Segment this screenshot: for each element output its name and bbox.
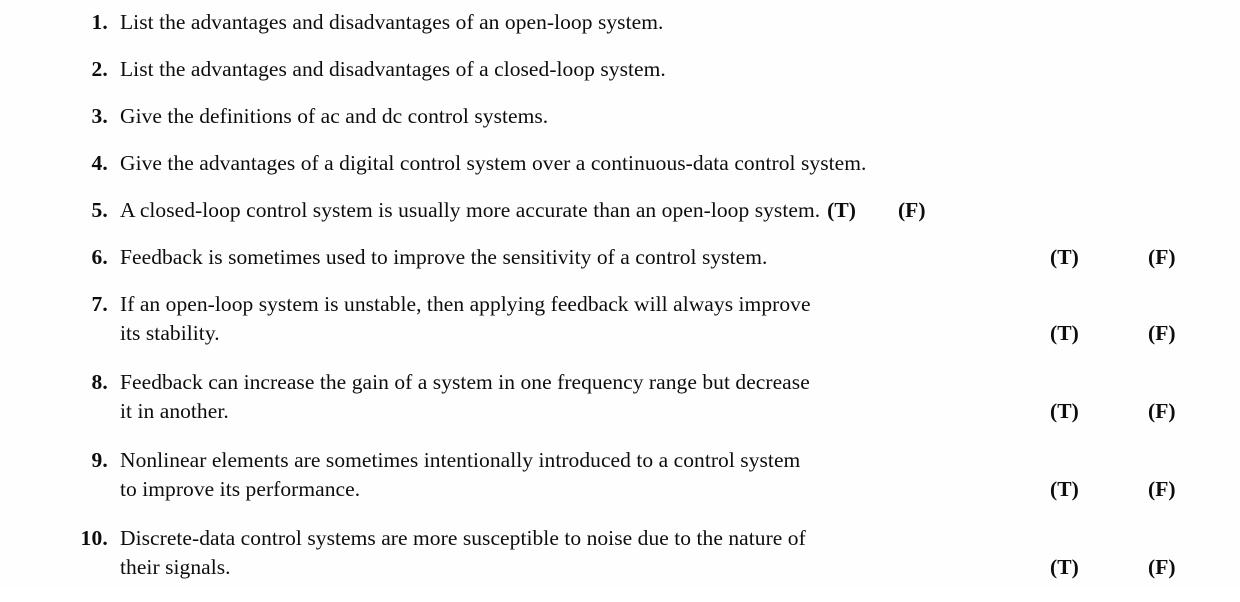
question-item-3: 3. Give the definitions of ac and dc con… <box>0 102 1240 131</box>
question-item-10: 10. Discrete-data control systems are mo… <box>0 524 1240 582</box>
question-number: 3. <box>91 104 108 128</box>
question-item-2: 2. List the advantages and disadvantages… <box>0 55 1240 84</box>
question-number: 1. <box>91 10 108 34</box>
question-body: List the advantages and disadvantages of… <box>120 55 1210 84</box>
true-option[interactable]: (T) <box>1050 475 1079 504</box>
question-sentence: their signals. <box>120 555 231 579</box>
question-number: 5. <box>91 198 108 222</box>
question-item-4: 4. Give the advantages of a digital cont… <box>0 149 1240 178</box>
question-sentence: A closed-loop control system is usually … <box>120 198 821 222</box>
question-body: Give the definitions of ac and dc contro… <box>120 102 1210 131</box>
question-item-9: 9. Nonlinear elements are sometimes inte… <box>0 446 1240 504</box>
question-body: Feedback is sometimes used to improve th… <box>120 243 1210 272</box>
true-option[interactable]: (T) <box>1050 397 1079 426</box>
true-false-group: (T) (F) <box>120 397 1210 426</box>
false-option[interactable]: (F) <box>1148 243 1176 272</box>
question-text-line: Give the advantages of a digital control… <box>120 151 867 175</box>
false-option[interactable]: (F) <box>1148 319 1176 348</box>
question-item-1: 1. List the advantages and disadvantages… <box>0 8 1240 37</box>
question-body: If an open-loop system is unstable, then… <box>120 290 1210 348</box>
question-body: A closed-loop control system is usually … <box>120 196 1210 225</box>
question-number: 9. <box>91 448 108 472</box>
question-item-5: 5. A closed-loop control system is usual… <box>0 196 1240 225</box>
question-text-line: List the advantages and disadvantages of… <box>120 57 666 81</box>
question-text-line: their signals. (T) (F) <box>120 553 1210 582</box>
question-text-line: A closed-loop control system is usually … <box>120 196 1210 225</box>
question-item-7: 7. If an open-loop system is unstable, t… <box>0 290 1240 348</box>
question-sentence: its stability. <box>120 321 220 345</box>
question-number: 6. <box>91 245 108 269</box>
false-option[interactable]: (F) <box>1148 553 1176 582</box>
question-body: Discrete-data control systems are more s… <box>120 524 1210 582</box>
question-body: Nonlinear elements are sometimes intenti… <box>120 446 1210 504</box>
false-option[interactable]: (F) <box>1148 397 1176 426</box>
question-text-line: its stability. (T) (F) <box>120 319 1210 348</box>
true-option[interactable]: (T) <box>1050 243 1079 272</box>
question-sentence: it in another. <box>120 399 229 423</box>
question-body: Give the advantages of a digital control… <box>120 149 1210 178</box>
question-number: 8. <box>91 370 108 394</box>
question-sentence: to improve its performance. <box>120 477 361 501</box>
question-text-line: Discrete-data control systems are more s… <box>120 526 806 550</box>
question-number: 10. <box>80 526 108 550</box>
question-number: 7. <box>91 292 108 316</box>
question-text-line: List the advantages and disadvantages of… <box>120 10 664 34</box>
question-text-line: to improve its performance. (T) (F) <box>120 475 1210 504</box>
question-text-line: it in another. (T) (F) <box>120 397 1210 426</box>
question-text-line: Nonlinear elements are sometimes intenti… <box>120 448 801 472</box>
true-option[interactable]: (T) <box>1050 319 1079 348</box>
false-option[interactable]: (F) <box>1148 475 1176 504</box>
true-false-group: (T) (F) <box>820 198 925 222</box>
question-body: Feedback can increase the gain of a syst… <box>120 368 1210 426</box>
document-page: 1. List the advantages and disadvantages… <box>0 0 1240 588</box>
review-question-list: 1. List the advantages and disadvantages… <box>0 8 1240 602</box>
question-text-line: Feedback can increase the gain of a syst… <box>120 370 810 394</box>
question-number: 4. <box>91 151 108 175</box>
question-text-line: Give the definitions of ac and dc contro… <box>120 104 549 128</box>
question-body: List the advantages and disadvantages of… <box>120 8 1210 37</box>
question-item-8: 8. Feedback can increase the gain of a s… <box>0 368 1240 426</box>
true-option[interactable]: (T) <box>827 198 856 222</box>
false-option[interactable]: (F) <box>856 198 926 222</box>
question-item-6: 6. Feedback is sometimes used to improve… <box>0 243 1240 272</box>
question-sentence: Feedback is sometimes used to improve th… <box>120 245 768 269</box>
question-text-line: If an open-loop system is unstable, then… <box>120 292 811 316</box>
true-false-group: (T) (F) <box>120 319 1210 348</box>
true-option[interactable]: (T) <box>1050 553 1079 582</box>
question-text-line: Feedback is sometimes used to improve th… <box>120 243 1210 272</box>
true-false-group: (T) (F) <box>120 553 1210 582</box>
question-number: 2. <box>91 57 108 81</box>
